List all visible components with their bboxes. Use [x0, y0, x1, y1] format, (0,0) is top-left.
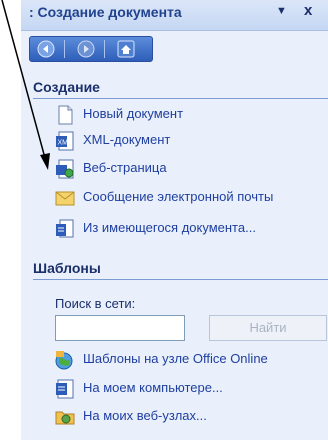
- nav-separator: [64, 40, 65, 58]
- item-label: На моем компьютере...: [83, 380, 223, 395]
- task-pane-titlebar: : Создание документа ▼ x: [21, 0, 328, 31]
- task-pane: : Создание документа ▼ x Создание Новый …: [21, 0, 328, 440]
- my-computer-templates-link[interactable]: На моем компьютере...: [55, 378, 328, 400]
- search-input[interactable]: [55, 315, 185, 341]
- item-label: Из имеющегося документа...: [83, 220, 256, 235]
- forward-arrow-icon[interactable]: [76, 39, 96, 59]
- item-label: Веб-страница: [83, 160, 167, 175]
- section-heading-templates: Шаблоны: [33, 260, 101, 276]
- back-arrow-icon[interactable]: [36, 39, 56, 59]
- new-document-link[interactable]: Новый документ: [55, 104, 328, 126]
- xml-document-link[interactable]: XML XML-документ: [55, 130, 328, 152]
- from-existing-document-link[interactable]: Из имеющегося документа...: [55, 218, 328, 240]
- item-label: Сообщение электронной почты: [83, 189, 274, 204]
- close-icon[interactable]: x: [304, 2, 312, 19]
- my-web-sites-link[interactable]: На моих веб-узлах...: [55, 406, 328, 428]
- item-label: Новый документ: [83, 106, 184, 121]
- search-label: Поиск в сети:: [55, 296, 136, 311]
- office-online-templates-link[interactable]: Шаблоны на узле Office Online: [55, 349, 328, 371]
- search-button[interactable]: Найти: [209, 315, 327, 341]
- task-pane-title: : Создание документа: [29, 4, 182, 20]
- email-envelope-icon: [55, 188, 75, 208]
- navigation-bar: [29, 36, 153, 62]
- globe-icon: [55, 350, 75, 370]
- section-heading-create: Создание: [33, 79, 100, 95]
- web-page-link[interactable]: Веб-страница: [55, 158, 328, 180]
- item-label: Шаблоны на узле Office Online: [83, 351, 268, 366]
- blank-document-icon: [55, 105, 75, 125]
- nav-separator: [104, 40, 105, 58]
- web-folder-icon: [55, 407, 75, 427]
- email-message-link[interactable]: Сообщение электронной почты: [55, 187, 328, 209]
- section-divider: [33, 98, 328, 99]
- document-from-existing-icon: [55, 219, 75, 239]
- web-page-icon: [55, 159, 75, 179]
- home-icon[interactable]: [116, 39, 136, 59]
- dropdown-icon[interactable]: ▼: [276, 5, 287, 17]
- section-divider: [33, 279, 328, 280]
- item-label: На моих веб-узлах...: [83, 408, 207, 423]
- svg-text:XML: XML: [58, 140, 73, 147]
- item-label: XML-документ: [83, 132, 171, 147]
- computer-templates-icon: [55, 379, 75, 399]
- xml-document-icon: XML: [55, 131, 75, 151]
